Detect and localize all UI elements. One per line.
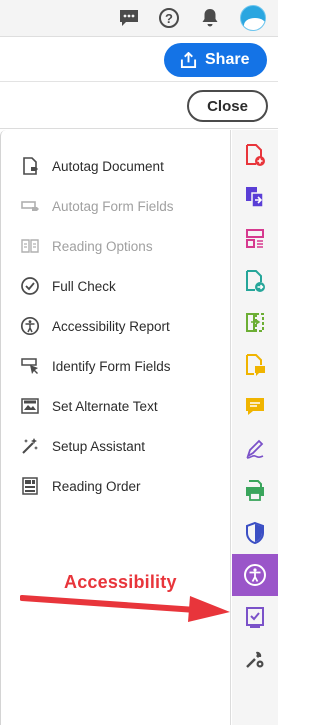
top-bar: ? — [0, 0, 278, 37]
annotation-arrow-icon — [20, 595, 230, 622]
tool-label: Autotag Form Fields — [52, 198, 174, 214]
rail-compare-files[interactable] — [232, 302, 278, 344]
tools-rail — [232, 130, 278, 725]
create-pdf-icon — [246, 144, 265, 166]
set-alternate-text-icon — [19, 395, 41, 417]
close-button[interactable]: Close — [187, 90, 268, 122]
tool-label: Autotag Document — [52, 158, 164, 174]
rail-comment-file[interactable] — [232, 344, 278, 386]
accessibility-icon — [244, 564, 266, 586]
comment-icon — [246, 398, 264, 415]
tool-label: Reading Options — [52, 238, 153, 254]
rail-fill-sign[interactable] — [232, 428, 278, 470]
accessibility-tools-panel: Autotag Document Autotag Form Fields Rea… — [0, 130, 231, 725]
rail-more-tools[interactable] — [232, 638, 278, 680]
compare-files-icon — [246, 313, 264, 332]
tool-setup-assistant[interactable]: Setup Assistant — [19, 431, 224, 461]
share-button[interactable]: Share — [164, 43, 267, 77]
tool-reading-options[interactable]: Reading Options — [19, 231, 224, 261]
rail-export-pdf[interactable] — [232, 260, 278, 302]
action-wizard-icon — [246, 607, 264, 628]
accessibility-annotation-label: Accessibility — [64, 572, 177, 592]
tool-identify-form-fields[interactable]: Identify Form Fields — [19, 351, 224, 381]
close-bar: Close — [0, 83, 278, 129]
rail-accessibility[interactable] — [232, 554, 278, 596]
full-check-icon — [19, 275, 41, 297]
tool-label: Full Check — [52, 278, 116, 294]
comment-file-icon — [246, 354, 265, 376]
tool-label: Setup Assistant — [52, 438, 146, 454]
identify-form-fields-icon — [19, 355, 41, 377]
help-icon[interactable]: ? — [157, 6, 181, 30]
reading-order-icon — [19, 475, 41, 497]
tool-label: Accessibility Report — [52, 318, 170, 334]
rail-organize-pages[interactable] — [232, 218, 278, 260]
organize-pages-icon — [246, 229, 264, 248]
rail-protect[interactable] — [232, 512, 278, 554]
share-icon — [180, 51, 197, 68]
tool-label: Reading Order — [52, 478, 141, 494]
reading-options-icon — [19, 235, 41, 257]
share-bar: Share — [0, 38, 278, 82]
help-glyph: ? — [159, 8, 179, 28]
tool-label: Identify Form Fields — [52, 358, 171, 374]
tool-reading-order[interactable]: Reading Order — [19, 471, 224, 501]
tool-full-check[interactable]: Full Check — [19, 271, 224, 301]
export-pdf-icon — [246, 270, 265, 292]
avatar[interactable] — [240, 5, 266, 31]
rail-combine-files[interactable] — [232, 176, 278, 218]
rail-action-wizard[interactable] — [232, 596, 278, 638]
chat-icon[interactable] — [117, 6, 141, 30]
print-production-icon — [246, 480, 264, 501]
tool-autotag-document[interactable]: Autotag Document — [19, 151, 224, 181]
fill-sign-icon — [246, 439, 264, 459]
share-label: Share — [205, 51, 250, 68]
tool-accessibility-report[interactable]: Accessibility Report — [19, 311, 224, 341]
setup-assistant-icon — [19, 435, 41, 457]
accessibility-report-icon — [19, 315, 41, 337]
tool-label: Set Alternate Text — [52, 398, 158, 414]
protect-icon — [246, 521, 264, 545]
autotag-form-fields-icon — [19, 195, 41, 217]
autotag-document-icon — [19, 155, 41, 177]
rail-comment[interactable] — [232, 386, 278, 428]
more-tools-icon — [246, 651, 264, 668]
rail-create-pdf[interactable] — [232, 134, 278, 176]
tool-set-alternate-text[interactable]: Set Alternate Text — [19, 391, 224, 421]
bell-icon[interactable] — [198, 6, 222, 30]
rail-print-production[interactable] — [232, 470, 278, 512]
combine-files-icon — [246, 187, 264, 208]
tool-autotag-form-fields[interactable]: Autotag Form Fields — [19, 191, 224, 221]
